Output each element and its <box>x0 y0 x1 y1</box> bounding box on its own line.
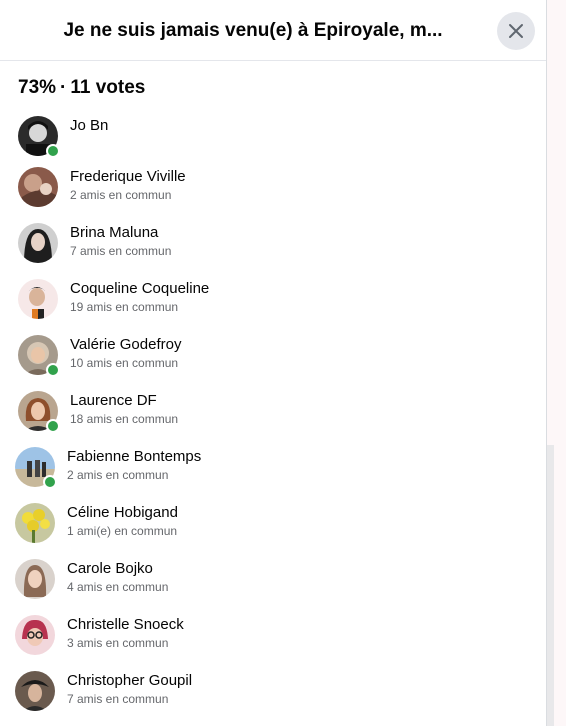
voter-name[interactable]: Laurence DF <box>70 392 157 409</box>
mutual-friends: 7 amis en commun <box>70 244 172 258</box>
voter-row[interactable]: Fabienne Bontemps 2 amis en commun <box>15 441 515 497</box>
mutual-friends: 7 amis en commun <box>67 692 169 706</box>
avatar[interactable] <box>15 615 55 655</box>
voter-name[interactable]: Fabienne Bontemps <box>67 448 201 465</box>
online-status-dot <box>46 144 60 158</box>
voter-row[interactable]: Laurence DF 18 amis en commun <box>18 385 518 441</box>
avatar[interactable] <box>18 335 60 377</box>
avatar[interactable] <box>15 447 57 489</box>
voter-row[interactable]: Jo Bn <box>18 110 518 166</box>
avatar[interactable] <box>15 671 55 711</box>
votes-dialog: Je ne suis jamais venu(e) à Epiroyale, m… <box>0 0 547 726</box>
dialog-title: Je ne suis jamais venu(e) à Epiroyale, m… <box>63 20 443 41</box>
dialog-header: Je ne suis jamais venu(e) à Epiroyale, m… <box>0 0 546 61</box>
close-icon <box>509 24 523 38</box>
voter-name[interactable]: Brina Maluna <box>70 224 158 241</box>
voter-row[interactable]: Frederique Viville 2 amis en commun <box>18 161 518 217</box>
mutual-friends: 3 amis en commun <box>67 636 169 650</box>
avatar[interactable] <box>15 559 55 599</box>
online-status-dot <box>43 475 57 489</box>
mutual-friends: 1 ami(e) en commun <box>67 524 178 538</box>
mutual-friends: 2 amis en commun <box>67 468 169 482</box>
avatar[interactable] <box>18 116 60 158</box>
vote-summary: 73% · 11 votes <box>18 77 145 99</box>
voter-row[interactable]: Christopher Goupil 7 amis en commun <box>15 665 515 721</box>
online-status-dot <box>46 363 60 377</box>
close-button[interactable] <box>497 12 535 50</box>
vote-percent: 73% <box>18 77 57 98</box>
voter-name[interactable]: Frederique Viville <box>70 168 186 185</box>
avatar[interactable] <box>18 223 58 263</box>
voter-row[interactable]: Valérie Godefroy 10 amis en commun <box>18 329 518 385</box>
voter-name[interactable]: Christopher Goupil <box>67 672 192 689</box>
voter-row[interactable]: Coqueline Coqueline 19 amis en commun <box>18 273 518 329</box>
voter-name[interactable]: Jo Bn <box>70 117 108 134</box>
mutual-friends: 10 amis en commun <box>70 356 179 370</box>
voter-row[interactable]: Céline Hobigand 1 ami(e) en commun <box>15 497 515 553</box>
mutual-friends: 4 amis en commun <box>67 580 169 594</box>
voter-name[interactable]: Christelle Snoeck <box>67 616 184 633</box>
voter-row[interactable]: Christelle Snoeck 3 amis en commun <box>15 609 515 665</box>
voter-name[interactable]: Carole Bojko <box>67 560 153 577</box>
voter-row[interactable]: Brina Maluna 7 amis en commun <box>18 217 518 273</box>
voter-name[interactable]: Valérie Godefroy <box>70 336 181 353</box>
voter-row[interactable]: Carole Bojko 4 amis en commun <box>15 553 515 609</box>
mutual-friends: 2 amis en commun <box>70 188 172 202</box>
avatar[interactable] <box>18 279 58 319</box>
vote-separator: · <box>60 77 67 98</box>
vote-count: 11 votes <box>70 77 146 98</box>
avatar[interactable] <box>18 167 58 207</box>
voter-name[interactable]: Coqueline Coqueline <box>70 280 209 297</box>
mutual-friends: 19 amis en commun <box>70 300 179 314</box>
online-status-dot <box>46 419 60 433</box>
avatar[interactable] <box>18 391 60 433</box>
avatar[interactable] <box>15 503 55 543</box>
voter-name[interactable]: Céline Hobigand <box>67 504 178 521</box>
mutual-friends: 18 amis en commun <box>70 412 179 426</box>
